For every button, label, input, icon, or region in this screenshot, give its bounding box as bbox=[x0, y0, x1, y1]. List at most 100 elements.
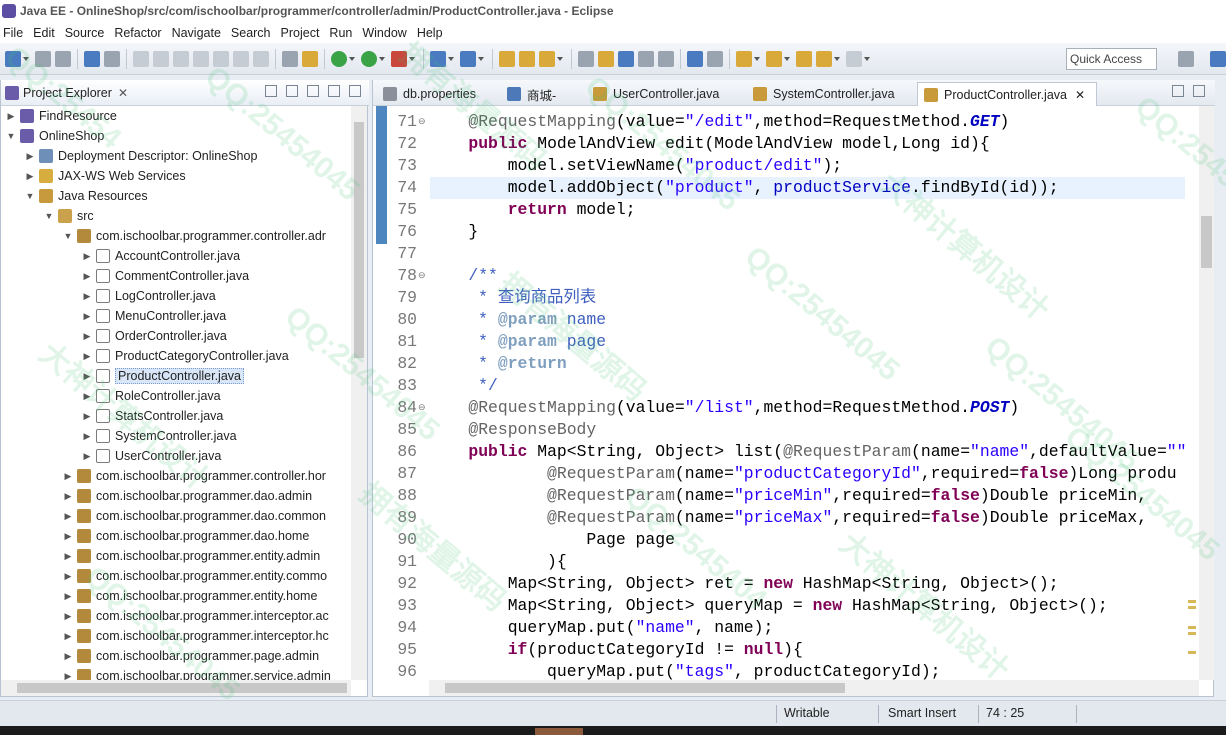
collapsed-arrow-icon[interactable]: ▶ bbox=[62, 591, 74, 602]
tree-item[interactable]: ▶ StatsController.java bbox=[81, 406, 223, 426]
collapsed-arrow-icon[interactable]: ▶ bbox=[62, 471, 74, 482]
pin-editor-icon[interactable] bbox=[707, 50, 723, 67]
tree-item[interactable]: ▶ com.ischoolbar.programmer.page.admin bbox=[62, 646, 319, 666]
code-line[interactable]: @RequestParam(name="priceMax",required=f… bbox=[429, 507, 1147, 529]
code-line[interactable]: * @return bbox=[429, 353, 567, 375]
chevron-down-icon[interactable] bbox=[349, 56, 355, 61]
chevron-down-icon[interactable] bbox=[478, 56, 484, 61]
collapsed-arrow-icon[interactable]: ▶ bbox=[81, 331, 93, 342]
fold-toggle-icon[interactable]: ⊖ bbox=[418, 265, 427, 287]
minimize-icon[interactable] bbox=[328, 85, 340, 97]
chevron-down-icon[interactable] bbox=[754, 56, 760, 61]
chevron-down-icon[interactable] bbox=[379, 56, 385, 61]
expanded-arrow-icon[interactable]: ▼ bbox=[5, 131, 17, 141]
editor-tab[interactable]: 商城- bbox=[501, 82, 581, 106]
editor-tab[interactable]: db.properties bbox=[377, 82, 495, 106]
expanded-arrow-icon[interactable]: ▼ bbox=[62, 231, 74, 241]
tree-item[interactable]: ▶ com.ischoolbar.programmer.dao.home bbox=[62, 526, 309, 546]
tree-item[interactable]: ▶ FindResource bbox=[5, 106, 117, 126]
maximize-icon[interactable] bbox=[1193, 85, 1205, 97]
fold-toggle-icon[interactable]: ⊖ bbox=[418, 111, 427, 133]
suspend-icon[interactable] bbox=[153, 50, 169, 67]
code-line[interactable]: queryMap.put("name", name); bbox=[429, 617, 774, 639]
run-icon[interactable] bbox=[361, 50, 377, 67]
new-java-project-icon[interactable] bbox=[430, 50, 446, 67]
explorer-horizontal-scrollbar[interactable] bbox=[1, 680, 351, 696]
collapsed-arrow-icon[interactable]: ▶ bbox=[81, 251, 93, 262]
editor-tab[interactable]: UserController.java bbox=[587, 82, 741, 106]
collapsed-arrow-icon[interactable]: ▶ bbox=[24, 151, 36, 162]
collapsed-arrow-icon[interactable]: ▶ bbox=[81, 431, 93, 442]
quick-access-field[interactable]: Quick Access bbox=[1066, 48, 1157, 70]
tree-item[interactable]: ▶ JAX-WS Web Services bbox=[24, 166, 186, 186]
code-line[interactable]: if(productCategoryId != null){ bbox=[429, 639, 803, 661]
drop-to-frame-icon[interactable] bbox=[282, 50, 298, 67]
collapsed-arrow-icon[interactable]: ▶ bbox=[81, 271, 93, 282]
block-selection-icon[interactable] bbox=[618, 50, 634, 67]
tree-item[interactable]: ▶ com.ischoolbar.programmer.dao.admin bbox=[62, 486, 312, 506]
code-line[interactable]: Map<String, Object> ret = new HashMap<St… bbox=[429, 573, 1059, 595]
back-icon[interactable] bbox=[816, 50, 832, 67]
maximize-icon[interactable] bbox=[349, 85, 361, 97]
tree-item[interactable]: ▶ AccountController.java bbox=[81, 246, 240, 266]
open-task-icon[interactable] bbox=[519, 50, 535, 67]
forward-icon[interactable] bbox=[846, 50, 862, 67]
chevron-down-icon[interactable] bbox=[448, 56, 454, 61]
editor-tab[interactable]: ProductController.java ✕ bbox=[917, 82, 1097, 106]
code-line[interactable]: /** bbox=[429, 265, 498, 287]
menu-run[interactable]: Run bbox=[326, 26, 359, 40]
code-line[interactable]: Page page bbox=[429, 529, 675, 551]
tree-item[interactable]: ▶ com.ischoolbar.programmer.entity.home bbox=[62, 586, 317, 606]
menu-search[interactable]: Search bbox=[228, 26, 278, 40]
chevron-down-icon[interactable] bbox=[409, 56, 415, 61]
occurrence-marker[interactable] bbox=[1188, 632, 1196, 635]
editor-vertical-scrollbar[interactable] bbox=[1199, 106, 1214, 680]
collapsed-arrow-icon[interactable]: ▶ bbox=[81, 451, 93, 462]
scrollbar-thumb[interactable] bbox=[354, 122, 364, 358]
code-line[interactable]: Map<String, Object> queryMap = new HashM… bbox=[429, 595, 1108, 617]
step-over-icon[interactable] bbox=[233, 50, 249, 67]
tree-item[interactable]: ▶ com.ischoolbar.programmer.entity.admin bbox=[62, 546, 320, 566]
explorer-vertical-scrollbar[interactable] bbox=[351, 106, 367, 680]
tree-item[interactable]: ▼ src bbox=[43, 206, 94, 226]
chevron-down-icon[interactable] bbox=[557, 56, 563, 61]
code-line[interactable]: public ModelAndView edit(ModelAndView mo… bbox=[429, 133, 989, 155]
tree-item[interactable]: ▶ Deployment Descriptor: OnlineShop bbox=[24, 146, 257, 166]
collapsed-arrow-icon[interactable]: ▶ bbox=[62, 631, 74, 642]
menu-window[interactable]: Window bbox=[359, 26, 413, 40]
resume-icon[interactable] bbox=[133, 50, 149, 67]
collapsed-arrow-icon[interactable]: ▶ bbox=[81, 391, 93, 402]
code-line[interactable]: @ResponseBody bbox=[429, 419, 596, 441]
collapsed-arrow-icon[interactable]: ▶ bbox=[24, 171, 36, 182]
tree-item[interactable]: ▶ com.ischoolbar.programmer.service.admin bbox=[62, 666, 331, 680]
code-line[interactable]: ){ bbox=[429, 551, 567, 573]
disconnect-icon[interactable] bbox=[193, 50, 209, 67]
collapsed-arrow-icon[interactable]: ▶ bbox=[62, 491, 74, 502]
chevron-down-icon[interactable] bbox=[834, 56, 840, 61]
code-line[interactable]: public Map<String, Object> list(@Request… bbox=[429, 441, 1185, 463]
menu-help[interactable]: Help bbox=[414, 26, 450, 40]
occurrence-marker[interactable] bbox=[1188, 651, 1196, 654]
save-icon[interactable] bbox=[35, 50, 51, 67]
collapsed-arrow-icon[interactable]: ▶ bbox=[81, 351, 93, 362]
tree-item[interactable]: ▶ CommentController.java bbox=[81, 266, 249, 286]
collapsed-arrow-icon[interactable]: ▶ bbox=[5, 111, 17, 122]
debug-icon[interactable] bbox=[331, 50, 347, 67]
save-all-icon[interactable] bbox=[55, 50, 71, 67]
show-source-icon[interactable] bbox=[658, 50, 674, 67]
code-line[interactable]: queryMap.put("tags", productCategoryId); bbox=[429, 661, 940, 680]
collapsed-arrow-icon[interactable]: ▶ bbox=[62, 611, 74, 622]
menu-edit[interactable]: Edit bbox=[30, 26, 62, 40]
collapsed-arrow-icon[interactable]: ▶ bbox=[81, 411, 93, 422]
open-type-icon[interactable] bbox=[499, 50, 515, 67]
editor-tab[interactable]: SystemController.java bbox=[747, 82, 911, 106]
previous-annotation-icon[interactable] bbox=[766, 50, 782, 67]
expanded-arrow-icon[interactable]: ▼ bbox=[43, 211, 55, 221]
menu-file[interactable]: File bbox=[0, 26, 30, 40]
expanded-arrow-icon[interactable]: ▼ bbox=[24, 191, 36, 201]
chevron-down-icon[interactable] bbox=[784, 56, 790, 61]
open-perspective-icon[interactable] bbox=[1178, 51, 1194, 67]
link-with-editor-icon[interactable] bbox=[286, 85, 298, 97]
code-line[interactable]: * @param name bbox=[429, 309, 606, 331]
tree-item[interactable]: ▶ com.ischoolbar.programmer.dao.common bbox=[62, 506, 326, 526]
